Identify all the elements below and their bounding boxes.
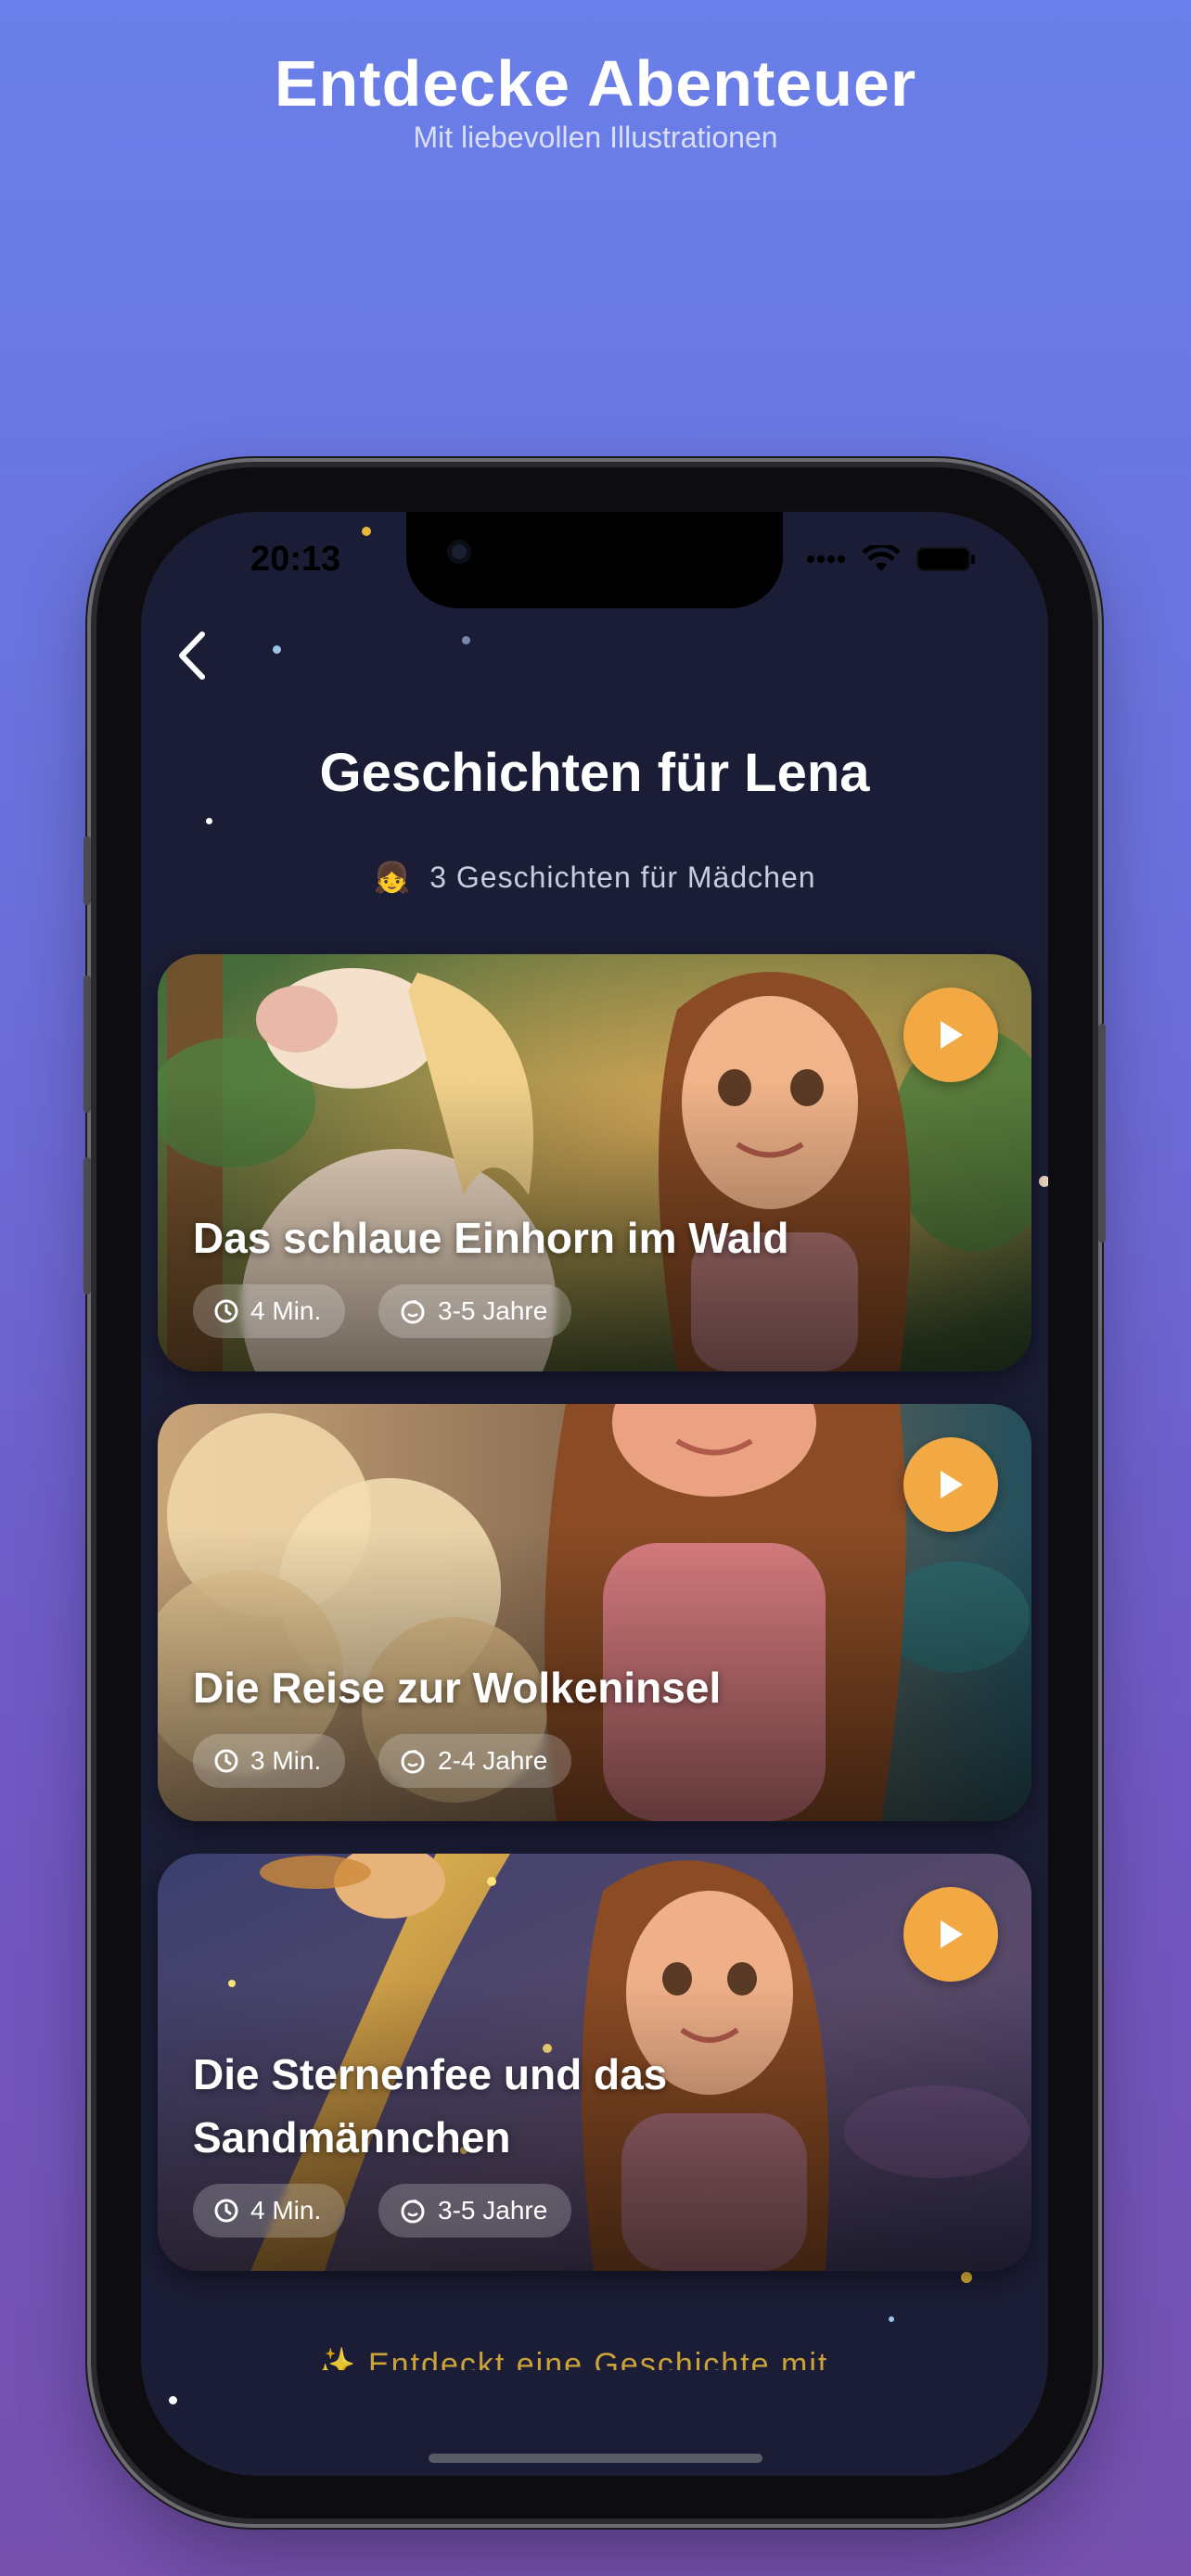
footer-teaser: ✨ Entdeckt eine Geschichte mit … (316, 2347, 873, 2370)
app-screen: 20:13 Geschichten für Lena 👧 3 Geschicht… (141, 512, 1048, 2476)
child-face-icon (401, 1300, 425, 1324)
story-count-label: 3 Geschichten für Mädchen (429, 861, 816, 894)
star-decoration (169, 2396, 177, 2404)
play-button[interactable] (903, 988, 998, 1082)
age-label: 3-5 Jahre (438, 2196, 548, 2225)
duration-label: 4 Min. (250, 1296, 322, 1325)
story-title: Die Reise zur Wolkeninsel (193, 1664, 722, 1712)
age-label: 3-5 Jahre (438, 1296, 548, 1325)
duration-chip: 4 Min. (193, 2184, 346, 2238)
star-decoration (961, 2272, 972, 2283)
notch (406, 512, 783, 608)
star-decoration (1039, 1176, 1048, 1187)
age-label: 2-4 Jahre (438, 1746, 548, 1775)
status-icons (805, 545, 976, 573)
play-icon (941, 1021, 963, 1049)
child-face-icon (401, 1750, 425, 1774)
power-button (1098, 1024, 1106, 1243)
phone-frame: 20:13 Geschichten für Lena 👧 3 Geschicht… (83, 467, 1106, 2519)
volume-up-button (83, 976, 91, 1113)
mute-switch (83, 836, 91, 905)
promo-subtitle: Mit liebevollen Illustrationen (413, 121, 778, 154)
star-decoration (273, 645, 281, 654)
star-decoration (206, 818, 212, 824)
clock-icon (214, 1749, 238, 1773)
story-card[interactable]: Die Reise zur Wolkeninsel 3 Min. 2-4 Jah… (158, 1404, 1031, 1821)
status-time: 20:13 (250, 540, 341, 579)
volume-down-button (83, 1157, 91, 1294)
story-count-subtitle: 👧 3 Geschichten für Mädchen (141, 860, 1048, 895)
star-decoration (462, 636, 470, 644)
age-chip: 3-5 Jahre (378, 2184, 572, 2238)
promo-title: Entdecke Abenteuer (274, 47, 917, 120)
signal-icon (807, 555, 845, 563)
play-icon (941, 1471, 963, 1498)
clock-icon (214, 2199, 238, 2223)
battery-icon (916, 547, 975, 571)
page-title: Geschichten für Lena (319, 743, 870, 803)
girl-emoji-icon: 👧 (373, 860, 412, 895)
chevron-left-icon (179, 631, 205, 680)
duration-label: 3 Min. (250, 1746, 322, 1775)
duration-label: 4 Min. (250, 2196, 322, 2225)
age-chip: 3-5 Jahre (378, 1284, 572, 1338)
play-icon (941, 1920, 963, 1948)
wifi-icon (863, 545, 900, 571)
story-title: Das schlaue Einhorn im Wald (193, 1214, 789, 1262)
duration-chip: 4 Min. (193, 1284, 346, 1338)
play-button[interactable] (903, 1437, 998, 1532)
back-button[interactable] (150, 614, 234, 697)
story-title: Die Sternenfee und das Sandmännchen (193, 2050, 668, 2162)
camera-icon (447, 540, 471, 564)
play-button[interactable] (903, 1887, 998, 1982)
child-face-icon (401, 2200, 425, 2224)
star-decoration (362, 527, 371, 536)
story-card[interactable]: Das schlaue Einhorn im Wald 4 Min. 3-5 J… (158, 954, 1031, 1371)
duration-chip: 3 Min. (193, 1734, 346, 1788)
story-card[interactable]: Die Sternenfee und das Sandmännchen 4 Mi… (158, 1854, 1031, 2271)
clock-icon (214, 1299, 238, 1323)
home-indicator[interactable] (429, 2454, 762, 2463)
age-chip: 2-4 Jahre (378, 1734, 572, 1788)
star-decoration (889, 2316, 894, 2322)
